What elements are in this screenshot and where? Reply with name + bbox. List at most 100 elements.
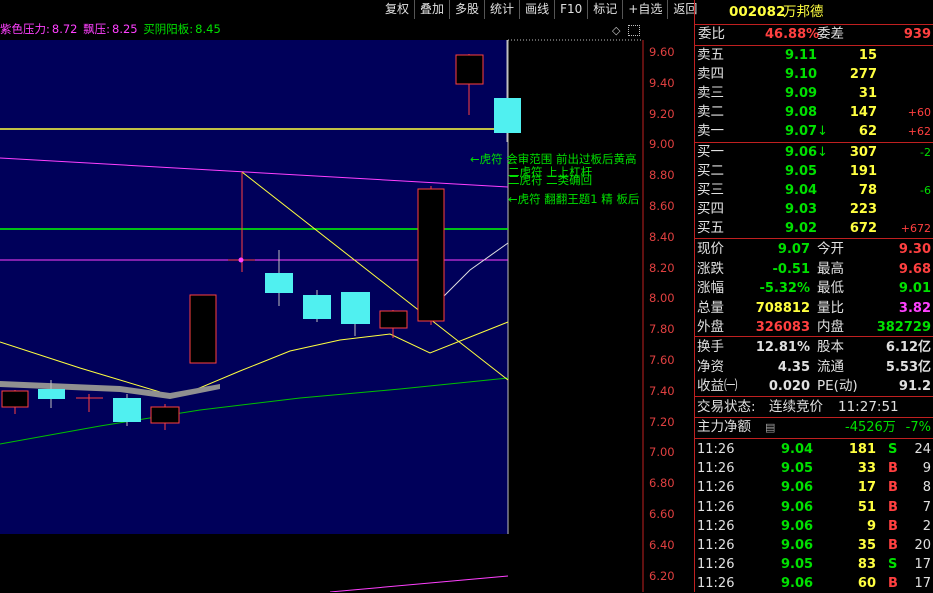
tick-count: 2 bbox=[922, 518, 931, 534]
quote-panel: 002082 万邦德 委比 46.88% 委差 939 卖五 9.11 15 卖四 9.… bbox=[694, 0, 933, 592]
ask-row[interactable]: 卖一 9.07 ↓ 62 +62 bbox=[695, 122, 933, 141]
bid-row[interactable]: 买四 9.03 223 bbox=[695, 200, 933, 219]
toolbar-button[interactable]: 画线 bbox=[519, 0, 554, 19]
indicator-label-2: 飘压: bbox=[83, 22, 111, 36]
level-price: 9.07 bbox=[785, 124, 818, 139]
level-price: 9.11 bbox=[785, 48, 818, 63]
toolbar-button[interactable]: F10 bbox=[554, 0, 587, 19]
tick-direction: B bbox=[888, 461, 898, 477]
trade-status-label: 交易状态: bbox=[697, 399, 756, 415]
tick-row: 11:26 9.04 181 S 24 bbox=[695, 440, 933, 459]
stat-label: PE(动) bbox=[817, 378, 858, 395]
stat-row: 净资 4.35 流通 5.53亿 bbox=[695, 358, 933, 377]
stat-label: 最高 bbox=[817, 260, 844, 277]
indicator-legend: 紫色压力: 8.72 飘压: 8.25 买阴阳板: 8.45 bbox=[0, 21, 223, 37]
main-net-row[interactable]: 主力净额 ▤ -4526万 -7% bbox=[695, 418, 933, 437]
bid-row[interactable]: 买二 9.05 191 bbox=[695, 162, 933, 181]
tick-row: 11:26 9.06 35 B 20 bbox=[695, 536, 933, 555]
y-tick-label: 6.20 bbox=[649, 568, 675, 583]
stat-label: 收益㈠ bbox=[697, 378, 738, 395]
tick-price: 9.06 bbox=[781, 480, 814, 496]
tick-volume: 9 bbox=[866, 518, 876, 534]
main-net-pct: -7% bbox=[905, 420, 931, 435]
expand-icon[interactable] bbox=[628, 25, 640, 36]
tick-count: 9 bbox=[922, 461, 931, 477]
list-icon[interactable]: ▤ bbox=[765, 418, 775, 437]
ask-row[interactable]: 卖四 9.10 277 bbox=[695, 65, 933, 84]
down-arrow-icon: ↓ bbox=[817, 145, 828, 160]
tick-volume: 33 bbox=[857, 461, 876, 477]
level-label: 买五 bbox=[697, 220, 724, 236]
bid-row[interactable]: 买一 9.06 ↓ 307 -2 bbox=[695, 143, 933, 162]
stock-code: 002082 bbox=[729, 4, 786, 20]
toolbar-button[interactable]: 复权 bbox=[380, 0, 414, 19]
candle bbox=[113, 394, 141, 426]
y-tick-label: 9.40 bbox=[649, 75, 675, 90]
stat-value: -0.51 bbox=[772, 261, 810, 277]
level-label: 卖一 bbox=[697, 123, 724, 139]
tick-count: 20 bbox=[914, 538, 931, 553]
y-tick-label: 7.40 bbox=[649, 383, 675, 398]
stat-label: 今开 bbox=[817, 241, 844, 257]
weibi-row: 委比 46.88% 委差 939 bbox=[695, 25, 933, 44]
level-change: -2 bbox=[920, 146, 931, 159]
level-change: +60 bbox=[907, 106, 931, 119]
stock-header: 002082 万邦德 bbox=[695, 3, 933, 22]
weibi-value: 46.88% bbox=[765, 27, 820, 42]
annotation-3: 二虎符 二类确回 bbox=[508, 173, 593, 187]
level-volume: 307 bbox=[849, 145, 877, 160]
y-tick-label: 8.60 bbox=[649, 199, 675, 213]
trade-status-time: 11:27:51 bbox=[838, 399, 899, 415]
tick-volume: 60 bbox=[857, 576, 876, 592]
toolbar-button[interactable]: 多股 bbox=[449, 0, 484, 19]
kline-chart[interactable]: 紫色压力: 8.72 飘压: 8.25 买阴阳板: 8.45 ◇ 9.60 9.40 9.… bbox=[0, 0, 694, 592]
ask-row[interactable]: 卖二 9.08 147 +60 bbox=[695, 103, 933, 122]
stat-label: 净资 bbox=[697, 358, 724, 375]
toolbar-button[interactable]: +自选 bbox=[622, 0, 667, 19]
level-price: 9.06 bbox=[785, 145, 818, 160]
y-tick-label: 8.00 bbox=[649, 291, 675, 306]
stat-value: -5.32% bbox=[759, 281, 811, 297]
tick-volume: 17 bbox=[857, 480, 876, 496]
tick-volume: 83 bbox=[857, 557, 876, 573]
toolbar-button[interactable]: 统计 bbox=[484, 0, 519, 19]
tick-time: 11:26 bbox=[697, 499, 735, 515]
level-price: 9.05 bbox=[785, 164, 818, 179]
level-price: 9.04 bbox=[785, 183, 818, 198]
bid-row[interactable]: 买五 9.02 672 +672 bbox=[695, 219, 933, 238]
ask-row[interactable]: 卖三 9.09 31 bbox=[695, 84, 933, 103]
level-change: +672 bbox=[900, 222, 931, 235]
tick-row: 11:26 9.05 33 B 9 bbox=[695, 459, 933, 478]
stat-value: 9.30 bbox=[898, 242, 931, 257]
level-change: +62 bbox=[907, 125, 931, 138]
stat-row: 收益㈠ 0.020 PE(动) 91.2 bbox=[695, 377, 933, 396]
tick-time: 11:26 bbox=[697, 576, 735, 592]
level-price: 9.03 bbox=[785, 202, 818, 217]
indicator-value-3: 8.45 bbox=[195, 22, 221, 36]
stat-row: 总量 708812 量比 3.82 bbox=[695, 299, 933, 318]
tick-volume: 181 bbox=[848, 442, 876, 457]
stat-value: 382729 bbox=[876, 320, 931, 336]
level-label: 卖三 bbox=[697, 85, 724, 101]
y-tick-label: 6.80 bbox=[649, 476, 675, 491]
toolbar-button[interactable]: 叠加 bbox=[414, 0, 449, 19]
settings-diamond-icon[interactable]: ◇ bbox=[612, 24, 620, 37]
tick-time: 11:26 bbox=[697, 518, 735, 534]
stat-row: 换手 12.81% 股本 6.12亿 bbox=[695, 338, 933, 357]
stat-row: 涨跌 -0.51 最高 9.68 bbox=[695, 260, 933, 279]
bid-row[interactable]: 买三 9.04 78 -6 bbox=[695, 181, 933, 200]
stat-label: 外盘 bbox=[697, 319, 724, 336]
tick-price: 9.06 bbox=[781, 499, 814, 515]
ask-row[interactable]: 卖五 9.11 15 bbox=[695, 46, 933, 65]
weibi-label: 委比 bbox=[698, 26, 725, 42]
toolbar-button[interactable]: 标记 bbox=[587, 0, 622, 19]
stat-label: 总量 bbox=[697, 299, 724, 316]
level-change: -6 bbox=[920, 184, 931, 197]
stat-value: 6.12亿 bbox=[885, 340, 931, 355]
stat-label: 流通 bbox=[817, 358, 844, 375]
tick-time: 11:26 bbox=[697, 480, 735, 496]
stat-value: 708812 bbox=[755, 300, 810, 316]
tick-direction: B bbox=[888, 480, 898, 496]
indicator-label-3: 买阴阳板: bbox=[143, 22, 194, 36]
kline-canvas[interactable] bbox=[0, 0, 694, 592]
